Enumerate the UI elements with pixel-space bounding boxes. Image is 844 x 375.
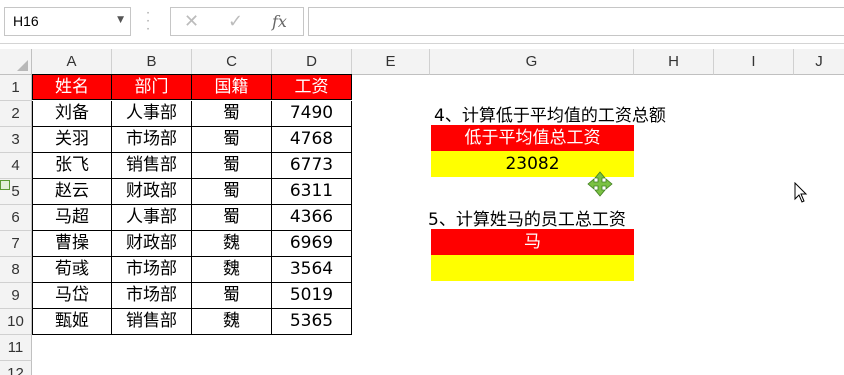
- table-header-name[interactable]: 姓名: [32, 74, 112, 100]
- table-cell[interactable]: 蜀: [192, 179, 272, 205]
- table-header-salary[interactable]: 工资: [272, 74, 352, 100]
- column-header-d[interactable]: D: [272, 49, 352, 75]
- row-header-1[interactable]: 1: [0, 75, 32, 101]
- table-cell[interactable]: 荀彧: [32, 257, 112, 283]
- table-cell[interactable]: 市场部: [112, 127, 192, 153]
- row-header-6[interactable]: 6: [0, 205, 32, 231]
- row-header-8[interactable]: 8: [0, 257, 32, 283]
- table-cell[interactable]: 5019: [272, 283, 352, 309]
- table-cell[interactable]: 魏: [192, 231, 272, 257]
- select-all-corner[interactable]: [0, 49, 32, 75]
- table-cell[interactable]: 销售部: [112, 153, 192, 179]
- table-cell[interactable]: 蜀: [192, 127, 272, 153]
- table-cell[interactable]: 5365: [272, 309, 352, 335]
- table-cell[interactable]: 蜀: [192, 153, 272, 179]
- table-cell[interactable]: 甄姬: [32, 309, 112, 335]
- column-header-g[interactable]: G: [430, 49, 634, 75]
- row-header-3[interactable]: 3: [0, 127, 32, 153]
- drag-handle-icon[interactable]: · · ·: [145, 7, 151, 35]
- table-cell[interactable]: 市场部: [112, 257, 192, 283]
- table-header-department[interactable]: 部门: [112, 74, 192, 100]
- table-header-country[interactable]: 国籍: [192, 74, 272, 100]
- row-selection-marker: [0, 180, 10, 190]
- table-cell[interactable]: 关羽: [32, 127, 112, 153]
- table-cell[interactable]: 蜀: [192, 101, 272, 127]
- table-cell[interactable]: 销售部: [112, 309, 192, 335]
- row-header-10[interactable]: 10: [0, 309, 32, 335]
- table-cell[interactable]: 7490: [272, 101, 352, 127]
- name-box[interactable]: H16 ▼: [4, 7, 131, 36]
- column-header-j[interactable]: J: [794, 49, 844, 75]
- table-cell[interactable]: 6969: [272, 231, 352, 257]
- formula-bar: H16 ▼ · · · ✕ ✓ fx: [0, 0, 844, 44]
- table-cell[interactable]: 魏: [192, 257, 272, 283]
- table-cell[interactable]: 6773: [272, 153, 352, 179]
- table-cell[interactable]: 刘备: [32, 101, 112, 127]
- column-header-e[interactable]: E: [352, 49, 430, 75]
- table-cell[interactable]: 财政部: [112, 179, 192, 205]
- task5-title: 5、计算姓马的员工总工资: [428, 210, 626, 230]
- table-cell[interactable]: 财政部: [112, 231, 192, 257]
- task5-header-cell[interactable]: 马: [431, 229, 634, 255]
- formula-input[interactable]: [308, 7, 844, 36]
- table-cell[interactable]: 马岱: [32, 283, 112, 309]
- table-cell[interactable]: 马超: [32, 205, 112, 231]
- table-cell[interactable]: 魏: [192, 309, 272, 335]
- task4-header-cell[interactable]: 低于平均值总工资: [431, 125, 634, 151]
- insert-function-icon[interactable]: fx: [272, 12, 287, 31]
- chevron-down-icon[interactable]: ▼: [117, 15, 124, 25]
- column-header-b[interactable]: B: [112, 49, 192, 75]
- row-header-4[interactable]: 4: [0, 153, 32, 179]
- table-cell[interactable]: 4366: [272, 205, 352, 231]
- row-header-11[interactable]: 11: [0, 335, 32, 361]
- mouse-pointer-icon: [794, 182, 808, 203]
- table-cell[interactable]: 3564: [272, 257, 352, 283]
- row-header-9[interactable]: 9: [0, 283, 32, 309]
- table-cell[interactable]: 张飞: [32, 153, 112, 179]
- name-box-value: H16: [13, 13, 39, 29]
- column-header-c[interactable]: C: [192, 49, 272, 75]
- table-cell[interactable]: 曹操: [32, 231, 112, 257]
- column-header-h[interactable]: H: [634, 49, 714, 75]
- row-header-2[interactable]: 2: [0, 101, 32, 127]
- cancel-icon[interactable]: ✕: [184, 11, 199, 32]
- column-header-i[interactable]: I: [714, 49, 794, 75]
- table-cell[interactable]: 人事部: [112, 205, 192, 231]
- task4-title: 4、计算低于平均值的工资总额: [434, 106, 666, 126]
- table-cell[interactable]: 市场部: [112, 283, 192, 309]
- table-cell[interactable]: 蜀: [192, 205, 272, 231]
- table-cell[interactable]: 人事部: [112, 101, 192, 127]
- enter-icon[interactable]: ✓: [228, 11, 243, 32]
- table-cell[interactable]: 6311: [272, 179, 352, 205]
- table-cell[interactable]: 4768: [272, 127, 352, 153]
- table-cell[interactable]: 赵云: [32, 179, 112, 205]
- table-cell[interactable]: 蜀: [192, 283, 272, 309]
- row-header-12[interactable]: 12: [0, 361, 32, 375]
- move-cursor-icon: [587, 171, 613, 197]
- task5-result-cell[interactable]: [431, 255, 634, 281]
- column-header-a[interactable]: A: [32, 49, 112, 75]
- formula-buttons: ✕ ✓ fx: [170, 7, 304, 36]
- row-header-7[interactable]: 7: [0, 231, 32, 257]
